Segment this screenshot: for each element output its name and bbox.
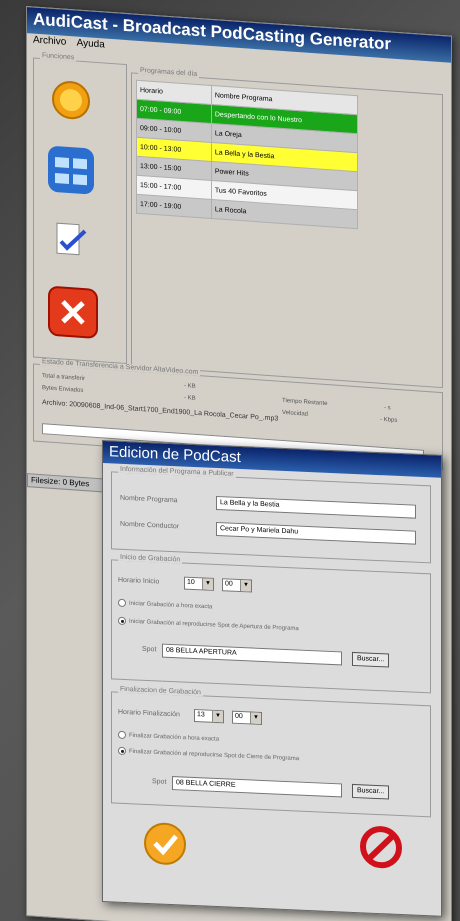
radio-icon bbox=[118, 746, 126, 756]
spot-fin-label: Spot bbox=[152, 778, 167, 786]
power-button[interactable] bbox=[48, 76, 94, 125]
programa-field[interactable]: La Bella y la Bestia bbox=[216, 495, 416, 519]
chevron-down-icon: ▼ bbox=[202, 578, 213, 590]
fin-group-label: Finalizacion de Grabación bbox=[118, 685, 203, 697]
ok-button[interactable] bbox=[143, 821, 187, 867]
total-label: Total a transferir bbox=[42, 373, 86, 383]
fin-radio-spot[interactable]: Finalizar Grabación al reproducirse Spot… bbox=[118, 746, 300, 763]
funciones-group: Funciones bbox=[33, 51, 127, 365]
checklist-button[interactable] bbox=[48, 216, 94, 265]
inicio-label: Horario Inicio bbox=[118, 576, 160, 586]
programas-group: Programas del día Horario Nombre Program… bbox=[131, 66, 443, 389]
inicio-group-label: Inicio de Grabación bbox=[118, 553, 183, 564]
programas-label: Programas del día bbox=[138, 66, 200, 79]
programa-label: Nombre Programa bbox=[120, 494, 178, 505]
funciones-label: Funciones bbox=[40, 51, 77, 62]
conductor-label: Nombre Conductor bbox=[120, 520, 180, 531]
fin-radio1-label: Finalizar Grabación a hora exacta bbox=[129, 732, 220, 743]
info-group: Información del Programa a Publicar Nomb… bbox=[111, 465, 431, 564]
network-icon bbox=[55, 157, 87, 186]
chevron-down-icon: ▼ bbox=[250, 712, 261, 724]
row-time: 17:00 - 19:00 bbox=[136, 194, 212, 219]
fin-group: Finalizacion de Grabación Horario Finali… bbox=[111, 685, 431, 818]
chevron-down-icon: ▼ bbox=[240, 580, 251, 592]
inicio-hour-select[interactable]: 10 ▼ bbox=[184, 576, 214, 591]
close-button[interactable] bbox=[48, 285, 98, 340]
transfer-button[interactable] bbox=[48, 145, 94, 195]
inicio-hour-value: 10 bbox=[187, 578, 195, 587]
tiempo-label: Tiempo Restante bbox=[282, 397, 328, 408]
archivo-text: Archivo: 20090608_Ind-06_Start1700_End19… bbox=[42, 399, 279, 423]
bytes-label: Bytes Enviados bbox=[42, 385, 84, 395]
spot-inicio-label: Spot bbox=[142, 645, 157, 654]
vel-label: Velocidad bbox=[282, 409, 309, 418]
menu-archivo[interactable]: Archivo bbox=[33, 34, 66, 47]
program-table: Horario Nombre Programa 07:00 - 09:00 Des… bbox=[136, 80, 358, 230]
fin-hour-select[interactable]: 13 ▼ bbox=[194, 709, 224, 724]
fin-label: Horario Finalización bbox=[118, 708, 180, 719]
menu-ayuda[interactable]: Ayuda bbox=[77, 38, 105, 51]
cancel-button[interactable] bbox=[359, 824, 403, 870]
buscar-inicio-button[interactable]: Buscar... bbox=[352, 651, 390, 668]
radio-icon bbox=[118, 616, 126, 626]
fin-radio-exacta[interactable]: Finalizar Grabación a hora exacta bbox=[118, 730, 220, 743]
inicio-radio-spot[interactable]: Iniciar Grabación al reproducirse Spot d… bbox=[118, 616, 299, 633]
buscar-fin-button[interactable]: Buscar... bbox=[352, 783, 390, 800]
forbidden-icon bbox=[360, 826, 402, 869]
inicio-min-value: 00 bbox=[225, 580, 233, 588]
inicio-radio-exacta[interactable]: Iniciar Grabación a hora exacta bbox=[118, 598, 213, 611]
inicio-radio1-label: Iniciar Grabación a hora exacta bbox=[129, 600, 213, 611]
total-value: - KB bbox=[184, 383, 196, 390]
inicio-radio2-label: Iniciar Grabación al reproducirse Spot d… bbox=[129, 618, 299, 633]
fin-min-select[interactable]: 00 ▼ bbox=[232, 710, 262, 725]
spot-fin-field[interactable]: 08 BELLA CIERRE bbox=[172, 776, 342, 798]
radio-icon bbox=[118, 730, 126, 740]
close-icon bbox=[61, 299, 85, 325]
chevron-down-icon: ▼ bbox=[212, 710, 223, 723]
scene: AudiCast - Broadcast PodCasting Generato… bbox=[0, 0, 460, 921]
fin-hour-value: 13 bbox=[197, 711, 205, 719]
bytes-value: - KB bbox=[184, 395, 196, 402]
fin-min-value: 00 bbox=[235, 712, 243, 721]
fin-radio2-label: Finalizar Grabación al reproducirse Spot… bbox=[129, 748, 300, 763]
conductor-field[interactable]: Cecar Po y Mariela Dahu bbox=[216, 521, 416, 545]
inicio-min-select[interactable]: 00 ▼ bbox=[222, 578, 252, 593]
power-icon bbox=[52, 81, 90, 120]
inicio-group: Inicio de Grabación Horario Inicio 10 ▼ 0… bbox=[111, 553, 431, 694]
vel-value: - Kbps bbox=[380, 416, 398, 424]
radio-icon bbox=[118, 598, 126, 608]
spot-inicio-field[interactable]: 08 BELLA APERTURA bbox=[162, 643, 342, 666]
check-icon bbox=[144, 822, 186, 865]
checklist-icon bbox=[56, 222, 87, 256]
edicion-dialog: Edicion de PodCast Información del Progr… bbox=[102, 440, 442, 917]
tiempo-value: - s bbox=[384, 405, 391, 412]
